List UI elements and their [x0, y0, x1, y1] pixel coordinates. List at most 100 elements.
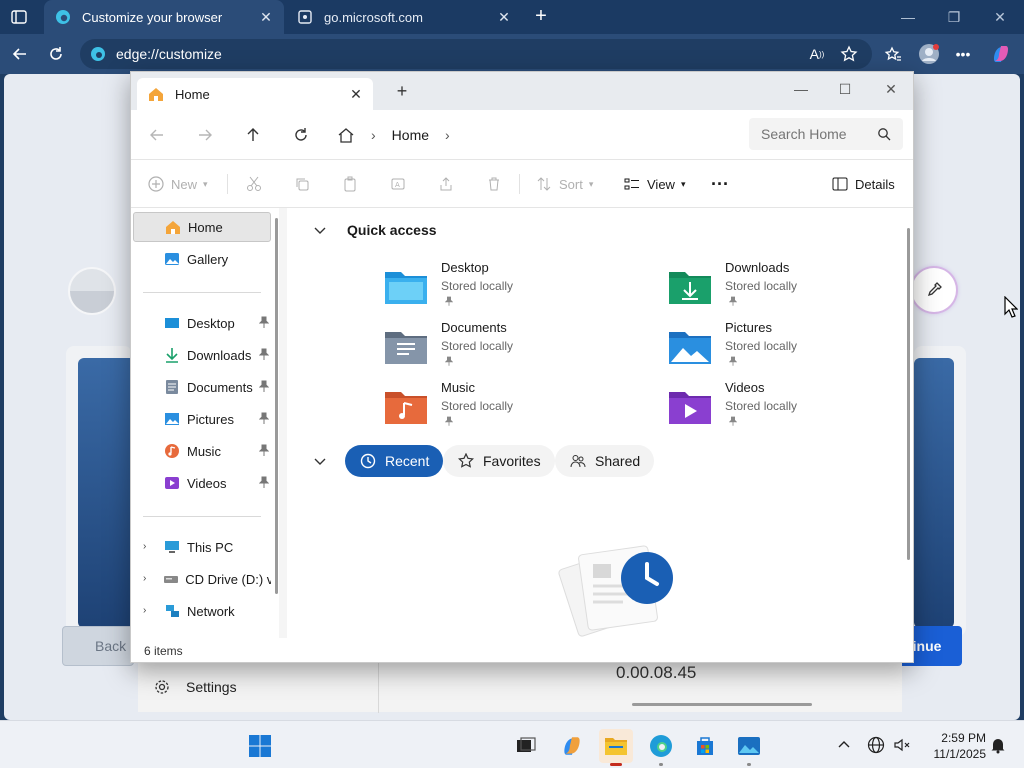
- delete-button[interactable]: [485, 173, 509, 195]
- forward-arrow-icon[interactable]: [195, 125, 215, 145]
- network-globe-icon[interactable]: [866, 735, 886, 755]
- sidebar-item-cd-drive[interactable]: › CD Drive (D:) vir: [133, 564, 271, 594]
- browser-tab-go-microsoft[interactable]: go.microsoft.com ✕: [286, 0, 522, 34]
- item-status: Stored locally: [441, 339, 514, 353]
- sidebar-item-pictures[interactable]: Pictures: [133, 404, 271, 434]
- clock-time: 2:59 PM: [941, 731, 986, 745]
- filter-favorites[interactable]: Favorites: [443, 445, 555, 477]
- sidebar-item-gallery[interactable]: Gallery: [133, 244, 271, 274]
- clock-icon: [359, 452, 377, 470]
- back-arrow-icon[interactable]: [9, 43, 31, 65]
- quick-access-pictures[interactable]: Pictures Stored locally: [667, 320, 913, 372]
- share-button[interactable]: [437, 173, 461, 195]
- close-tab-icon[interactable]: ✕: [258, 9, 274, 25]
- taskbar-copilot[interactable]: [555, 729, 589, 763]
- photos-icon: [738, 737, 760, 755]
- quick-access-desktop[interactable]: Desktop Stored locally: [383, 260, 633, 312]
- taskbar-photos[interactable]: [732, 729, 766, 766]
- search-input[interactable]: [761, 126, 877, 142]
- new-tab-button[interactable]: +: [393, 82, 411, 100]
- system-clock[interactable]: 2:59 PM 11/1/2025: [924, 730, 987, 762]
- details-button[interactable]: Details: [831, 173, 895, 195]
- copy-button[interactable]: [293, 173, 317, 195]
- chevron-right-icon[interactable]: ›: [445, 127, 450, 143]
- sidebar-item-this-pc[interactable]: › This PC: [133, 532, 271, 562]
- sidebar-item-network[interactable]: › Network: [133, 596, 271, 626]
- pin-icon: [259, 348, 269, 360]
- up-arrow-icon[interactable]: [243, 125, 263, 145]
- sidebar-item-documents[interactable]: Documents: [133, 372, 271, 402]
- tab-actions-icon[interactable]: [10, 8, 28, 26]
- sidebar-label: This PC: [187, 539, 234, 555]
- quick-access-documents[interactable]: Documents Stored locally: [383, 320, 633, 372]
- search-box[interactable]: [749, 118, 903, 150]
- new-tab-button[interactable]: +: [530, 6, 552, 28]
- chevron-right-icon[interactable]: ›: [143, 605, 146, 616]
- taskbar-file-explorer[interactable]: [599, 729, 633, 766]
- home-outline-icon[interactable]: [337, 126, 355, 144]
- minimize-icon[interactable]: —: [791, 80, 811, 98]
- sidebar-item-desktop[interactable]: Desktop: [133, 308, 271, 338]
- recent-section-toggle[interactable]: [313, 454, 347, 468]
- show-hidden-icons[interactable]: [834, 735, 854, 755]
- close-window-icon[interactable]: ✕: [990, 8, 1010, 26]
- sidebar-item-music[interactable]: Music: [133, 436, 271, 466]
- filter-shared[interactable]: Shared: [555, 445, 655, 477]
- favorites-icon[interactable]: [882, 43, 904, 65]
- color-picker-button[interactable]: [912, 268, 956, 312]
- favorite-star-icon[interactable]: [838, 43, 860, 65]
- new-button[interactable]: New ▾: [147, 173, 208, 195]
- quick-access-downloads[interactable]: Downloads Stored locally: [667, 260, 913, 312]
- more-options-icon[interactable]: •••: [952, 43, 974, 65]
- sidebar-item-videos[interactable]: Videos: [133, 468, 271, 498]
- chevron-right-icon[interactable]: ›: [143, 541, 146, 552]
- sidebar-scrollbar[interactable]: [275, 218, 278, 594]
- horizontal-scrollbar[interactable]: [632, 703, 812, 706]
- pill-label: Favorites: [483, 453, 541, 469]
- taskbar-edge[interactable]: [644, 729, 678, 766]
- content-scrollbar[interactable]: [907, 228, 910, 560]
- sidebar-item-home[interactable]: Home: [133, 212, 271, 242]
- refresh-icon[interactable]: [45, 43, 67, 65]
- notification-bell-icon[interactable]: [988, 735, 1008, 755]
- maximize-icon[interactable]: ☐: [835, 80, 855, 98]
- back-button[interactable]: Back: [62, 626, 134, 666]
- quick-access-header[interactable]: Quick access: [313, 222, 437, 238]
- sort-button[interactable]: Sort ▾: [535, 173, 593, 195]
- copilot-icon[interactable]: [990, 43, 1012, 65]
- view-button[interactable]: View ▾: [623, 173, 685, 195]
- paste-button[interactable]: [341, 173, 365, 195]
- breadcrumb-home[interactable]: Home: [392, 127, 429, 143]
- volume-muted-icon[interactable]: [892, 735, 912, 755]
- chevron-right-icon[interactable]: ›: [371, 127, 376, 143]
- recent-empty-illustration: [558, 545, 673, 637]
- explorer-tab-home[interactable]: Home ✕: [137, 78, 373, 110]
- taskbar-task-view[interactable]: [509, 729, 543, 763]
- profile-avatar-icon[interactable]: [918, 43, 940, 65]
- more-options-icon[interactable]: ···: [711, 173, 729, 195]
- minimize-icon[interactable]: —: [898, 8, 918, 26]
- refresh-icon[interactable]: [291, 125, 311, 145]
- quick-access-music[interactable]: Music Stored locally: [383, 380, 633, 432]
- sidebar-item-downloads[interactable]: Downloads: [133, 340, 271, 370]
- theme-preview-circle[interactable]: [68, 267, 116, 315]
- close-tab-icon[interactable]: ✕: [349, 86, 363, 103]
- documents-folder-icon: [385, 332, 427, 364]
- pin-icon: [259, 412, 269, 424]
- restore-icon[interactable]: ❐: [944, 8, 964, 26]
- quick-access-videos[interactable]: Videos Stored locally: [667, 380, 913, 432]
- close-tab-icon[interactable]: ✕: [496, 9, 512, 25]
- close-window-icon[interactable]: ✕: [881, 80, 901, 98]
- address-bar: edge://customize A)) •••: [0, 34, 1024, 74]
- url-field[interactable]: edge://customize: [80, 39, 872, 69]
- chevron-right-icon[interactable]: ›: [143, 573, 146, 584]
- settings-link[interactable]: Settings: [154, 679, 237, 695]
- back-arrow-icon[interactable]: [147, 125, 167, 145]
- browser-tab-customize[interactable]: Customize your browser ✕: [44, 0, 284, 34]
- read-aloud-icon[interactable]: A)): [806, 43, 828, 65]
- cut-button[interactable]: [245, 173, 269, 195]
- rename-button[interactable]: A: [389, 173, 413, 195]
- start-button[interactable]: [243, 729, 277, 763]
- filter-recent[interactable]: Recent: [345, 445, 444, 477]
- taskbar-store[interactable]: [688, 729, 722, 763]
